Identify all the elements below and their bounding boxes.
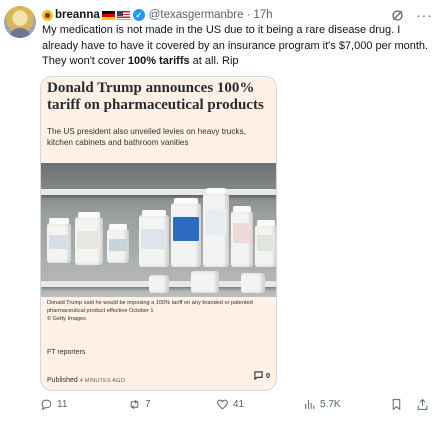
comment-icon: [254, 371, 263, 380]
reply-button[interactable]: 11: [40, 398, 67, 411]
display-name[interactable]: breanna: [55, 9, 100, 21]
german-flag-icon: [101, 10, 115, 20]
views-icon: [305, 400, 315, 409]
heart-icon: [217, 399, 228, 410]
separator-dot: ·: [246, 9, 251, 21]
reply-count: 11: [57, 399, 68, 410]
views-button[interactable]: 5.7K: [303, 398, 341, 411]
timestamp[interactable]: 17h: [253, 9, 272, 21]
card-standfirst: The US president also unveiled levies on…: [47, 127, 246, 147]
tweet-text-part: at all. Rip: [189, 55, 239, 67]
bookmark-button[interactable]: [390, 398, 403, 411]
bookmark-icon: [392, 399, 401, 411]
comment-count: 0: [265, 371, 270, 380]
view-count: 5.7K: [320, 399, 341, 410]
tweet-header: breanna ✓ @texasgermanbre · 17h ···: [42, 7, 433, 23]
share-button[interactable]: [416, 398, 429, 411]
card-image: [41, 163, 276, 297]
repost-button[interactable]: 7: [128, 398, 151, 411]
card-headline: Donald Trump announces 100% tariff on ph…: [47, 80, 264, 113]
sunflower-icon: [42, 9, 53, 21]
avatar[interactable]: [4, 6, 36, 38]
tweet-text-bold: 100% tariffs: [127, 55, 190, 67]
caption-credit: © Getty Images: [47, 316, 86, 322]
grok-icon[interactable]: [391, 9, 404, 22]
tweet-text: My medication is not made in the US due …: [42, 23, 435, 70]
link-card[interactable]: Donald Trump announces 100% tariff on ph…: [40, 76, 277, 391]
card-author: FT reporters: [47, 349, 86, 356]
published-label: Published: [47, 377, 78, 384]
card-comments[interactable]: 0: [254, 371, 270, 380]
more-icon[interactable]: ···: [416, 8, 433, 22]
caption-text: Donald Trump said he would be imposing a…: [47, 300, 253, 314]
published-ago: 4 MINUTES AGO: [79, 378, 126, 384]
like-button[interactable]: 41: [216, 398, 244, 411]
share-icon: [417, 398, 428, 410]
verified-badge-icon[interactable]: ✓: [132, 9, 145, 21]
repost-count: 7: [145, 399, 151, 410]
user-handle[interactable]: @texasgermanbre: [149, 9, 244, 21]
action-bar: 11 7 41 5.7K: [40, 398, 435, 416]
reply-icon: [41, 399, 52, 411]
us-flag-icon: [116, 10, 130, 20]
card-caption: Donald Trump said he would be imposing a…: [47, 299, 272, 323]
like-count: 41: [233, 399, 245, 410]
card-published: Published 4 MINUTES AGO: [47, 377, 125, 384]
repost-icon: [130, 399, 139, 410]
